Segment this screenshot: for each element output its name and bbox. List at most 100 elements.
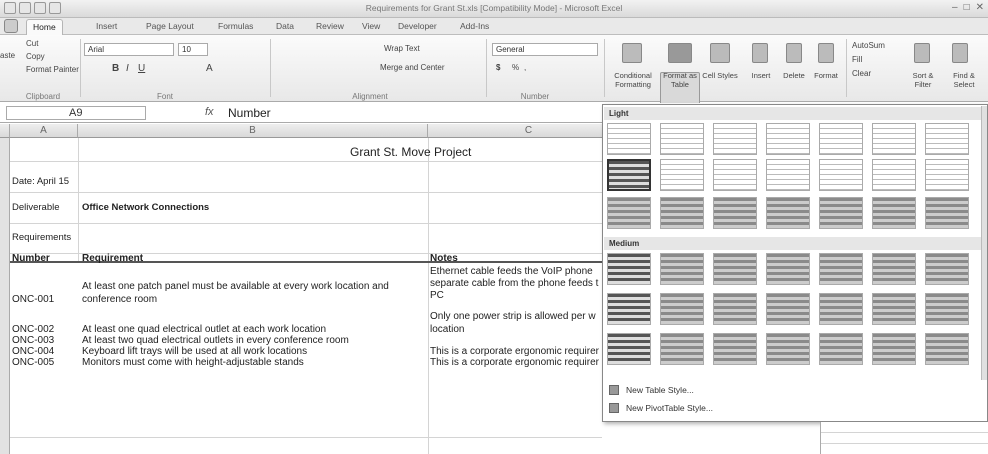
- merge-center-button[interactable]: Merge and Center: [380, 63, 444, 72]
- table-style-swatch[interactable]: [819, 159, 863, 191]
- table-style-swatch[interactable]: [660, 293, 704, 325]
- tab-review[interactable]: Review: [316, 21, 344, 31]
- table-style-swatch[interactable]: [607, 123, 651, 155]
- table-style-swatch[interactable]: [872, 159, 916, 191]
- table-style-swatch[interactable]: [713, 197, 757, 229]
- delete-cells-icon[interactable]: [786, 43, 802, 63]
- table-style-swatch[interactable]: [713, 123, 757, 155]
- gallery-scrollbar[interactable]: [981, 106, 987, 380]
- number-format-dropdown[interactable]: General: [492, 43, 598, 56]
- paste-button-label[interactable]: aste: [0, 51, 15, 60]
- autosum-button[interactable]: AutoSum: [852, 41, 885, 50]
- sort-filter-button[interactable]: Sort & Filter: [906, 71, 940, 89]
- close-icon[interactable]: ✕: [976, 2, 984, 13]
- tab-home[interactable]: Home: [26, 19, 63, 35]
- table-style-swatch[interactable]: [660, 123, 704, 155]
- table-style-swatch[interactable]: [925, 253, 969, 285]
- new-pivot-style-item[interactable]: New PivotTable Style...: [604, 400, 982, 416]
- delete-cells-button[interactable]: Delete: [778, 71, 810, 80]
- table-style-swatch[interactable]: [660, 159, 704, 191]
- format-cells-icon[interactable]: [818, 43, 834, 63]
- tab-developer[interactable]: Developer: [398, 21, 437, 31]
- table-style-swatch[interactable]: [766, 197, 810, 229]
- comma-button[interactable]: ,: [524, 63, 526, 72]
- tab-insert[interactable]: Insert: [96, 21, 117, 31]
- table-style-swatch[interactable]: [713, 159, 757, 191]
- table-style-swatch[interactable]: [819, 333, 863, 365]
- maximize-icon[interactable]: □: [964, 2, 970, 13]
- table-style-swatch[interactable]: [660, 253, 704, 285]
- wrap-text-button[interactable]: Wrap Text: [384, 44, 420, 53]
- table-style-swatch[interactable]: [925, 293, 969, 325]
- table-style-swatch[interactable]: [819, 123, 863, 155]
- bold-icon[interactable]: B: [112, 63, 119, 74]
- cell-styles-icon[interactable]: [710, 43, 730, 63]
- tab-add-ins[interactable]: Add-Ins: [460, 21, 489, 31]
- sort-filter-icon[interactable]: [914, 43, 930, 63]
- font-name-dropdown[interactable]: Arial: [84, 43, 174, 56]
- copy-button[interactable]: Copy: [26, 52, 45, 61]
- worksheet-grid-right[interactable]: [820, 422, 988, 454]
- column-header-c[interactable]: C: [428, 124, 630, 138]
- cut-button[interactable]: Cut: [26, 39, 38, 48]
- find-select-icon[interactable]: [952, 43, 968, 63]
- table-style-swatch[interactable]: [766, 293, 810, 325]
- font-size-dropdown[interactable]: 10: [178, 43, 208, 56]
- insert-cells-button[interactable]: Insert: [746, 71, 776, 80]
- conditional-formatting-icon[interactable]: [622, 43, 642, 63]
- underline-icon[interactable]: U: [138, 63, 145, 74]
- office-button[interactable]: [4, 19, 18, 33]
- tab-data[interactable]: Data: [276, 21, 294, 31]
- table-style-swatch[interactable]: [607, 253, 651, 285]
- conditional-formatting-button[interactable]: Conditional Formatting: [608, 71, 658, 89]
- column-header-a[interactable]: A: [10, 124, 78, 138]
- table-style-swatch[interactable]: [713, 333, 757, 365]
- table-style-swatch[interactable]: [607, 293, 651, 325]
- formula-input[interactable]: Number: [228, 106, 271, 120]
- minimize-icon[interactable]: –: [952, 2, 958, 13]
- tab-formulas[interactable]: Formulas: [218, 21, 253, 31]
- row-headers[interactable]: [0, 138, 10, 454]
- fx-icon[interactable]: fx: [205, 106, 214, 118]
- format-painter-button[interactable]: Format Painter: [26, 65, 79, 74]
- table-style-swatch[interactable]: [766, 123, 810, 155]
- table-style-swatch[interactable]: [872, 197, 916, 229]
- worksheet-grid[interactable]: Grant St. Move Project Date: April 15 De…: [10, 138, 602, 454]
- percent-button[interactable]: %: [512, 63, 519, 72]
- tab-view[interactable]: View: [362, 21, 380, 31]
- table-style-swatch[interactable]: [925, 159, 969, 191]
- table-style-swatch[interactable]: [925, 123, 969, 155]
- italic-icon[interactable]: I: [126, 63, 129, 74]
- cell-styles-button[interactable]: Cell Styles: [702, 71, 738, 80]
- table-style-swatch[interactable]: [766, 159, 810, 191]
- insert-cells-icon[interactable]: [752, 43, 768, 63]
- table-style-gallery[interactable]: Light Medium New Table Style... New Pivo…: [602, 104, 988, 422]
- table-style-swatch[interactable]: [713, 253, 757, 285]
- table-style-swatch[interactable]: [607, 159, 651, 191]
- tab-page-layout[interactable]: Page Layout: [146, 21, 194, 31]
- table-style-swatch[interactable]: [872, 293, 916, 325]
- table-style-swatch[interactable]: [872, 253, 916, 285]
- name-box[interactable]: A9: [6, 106, 146, 120]
- table-style-swatch[interactable]: [607, 197, 651, 229]
- new-table-style-item[interactable]: New Table Style...: [604, 382, 982, 398]
- table-style-swatch[interactable]: [713, 293, 757, 325]
- table-style-swatch[interactable]: [660, 197, 704, 229]
- font-color-icon[interactable]: A: [206, 63, 213, 74]
- table-style-swatch[interactable]: [819, 253, 863, 285]
- table-style-swatch[interactable]: [819, 293, 863, 325]
- table-style-swatch[interactable]: [819, 197, 863, 229]
- table-style-swatch[interactable]: [660, 333, 704, 365]
- currency-button[interactable]: $: [496, 63, 500, 72]
- table-style-swatch[interactable]: [766, 333, 810, 365]
- fill-button[interactable]: Fill: [852, 55, 862, 64]
- table-style-swatch[interactable]: [766, 253, 810, 285]
- find-select-button[interactable]: Find & Select: [944, 71, 984, 89]
- table-style-swatch[interactable]: [925, 333, 969, 365]
- table-style-swatch[interactable]: [925, 197, 969, 229]
- clear-button[interactable]: Clear: [852, 69, 871, 78]
- table-style-swatch[interactable]: [872, 123, 916, 155]
- column-header-b[interactable]: B: [78, 124, 428, 138]
- table-style-swatch[interactable]: [607, 333, 651, 365]
- select-all-corner[interactable]: [0, 124, 10, 138]
